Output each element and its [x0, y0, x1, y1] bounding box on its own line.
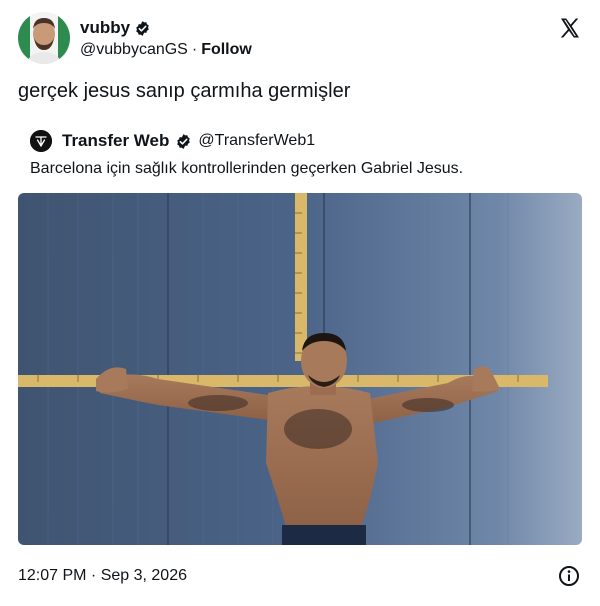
tweet-header: vubby @vubbycanGS · Follow	[18, 12, 588, 66]
tweet-media-photo[interactable]	[18, 193, 582, 545]
quoted-author-avatar[interactable]	[30, 130, 52, 152]
author-handle-row: @vubbycanGS · Follow	[80, 41, 252, 59]
separator-dot: ·	[191, 41, 198, 58]
quoted-tweet-header: Transfer Web @TransferWeb1	[30, 130, 315, 152]
tweet-text: gerçek jesus sanıp çarmıha germişler	[18, 80, 351, 102]
tweet-timestamp[interactable]: 12:07 PM · Sep 3, 2026	[18, 567, 187, 585]
author-avatar[interactable]	[18, 12, 70, 64]
follow-button[interactable]: Follow	[201, 41, 252, 59]
x-logo-icon[interactable]	[558, 16, 582, 40]
verified-badge-icon	[134, 20, 151, 37]
quoted-tweet-text: Barcelona için sağlık kontrollerinden ge…	[30, 160, 464, 177]
info-icon[interactable]	[558, 565, 580, 587]
quoted-author-display-name[interactable]: Transfer Web	[62, 131, 169, 151]
author-display-name[interactable]: vubby	[80, 18, 130, 38]
quoted-author-handle[interactable]: @TransferWeb1	[198, 132, 315, 150]
quoted-verified-badge-icon	[175, 133, 192, 150]
author-name-row: vubby	[80, 18, 151, 38]
author-handle[interactable]: @vubbycanGS	[80, 41, 188, 59]
